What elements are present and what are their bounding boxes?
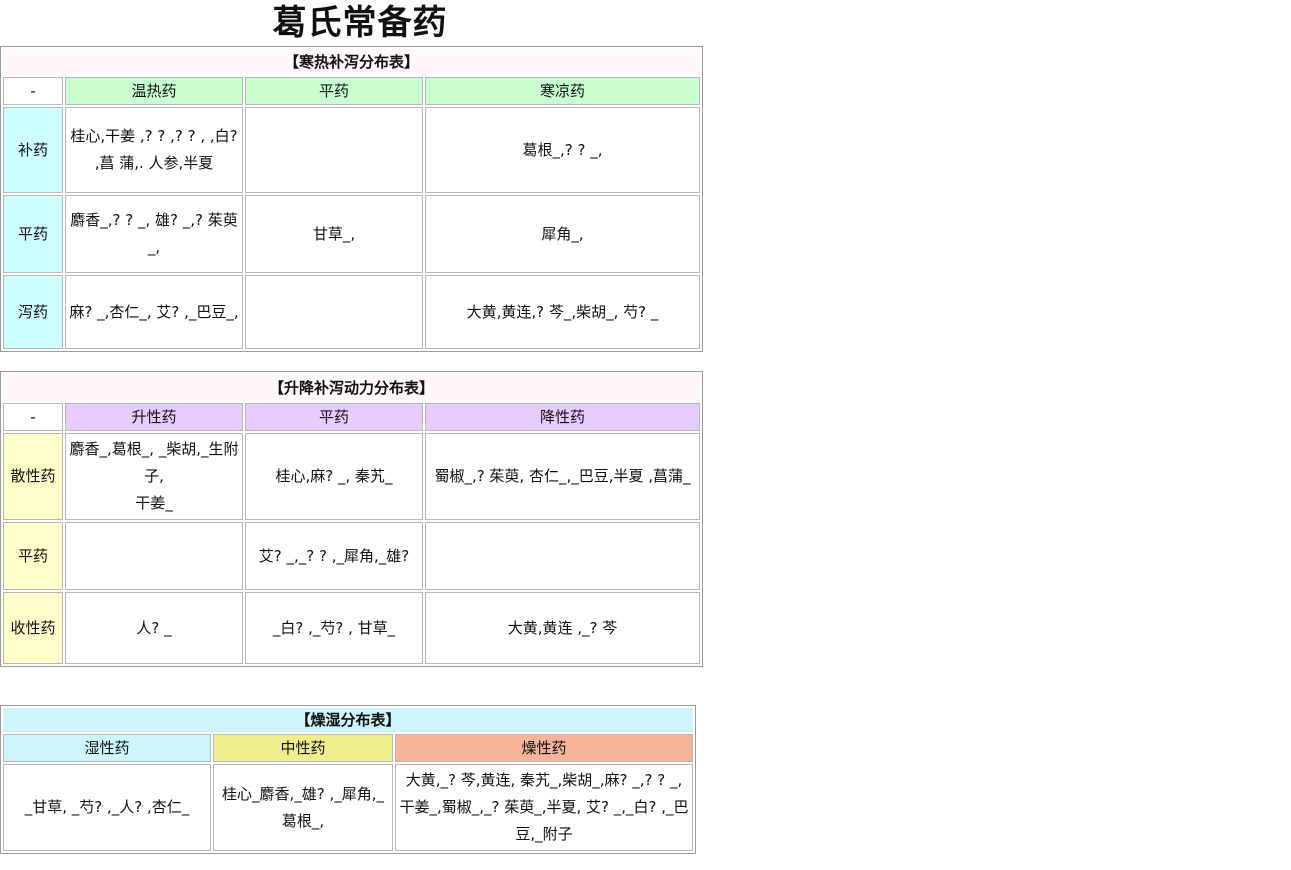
table-cell: 艾? _,_? ? ,_犀角,_雄? xyxy=(245,522,423,590)
table-cell: 桂心,麻? _, 秦艽_ xyxy=(245,433,423,520)
table-cell: 人? _ xyxy=(65,592,243,664)
column-header: 寒凉药 xyxy=(425,77,700,105)
table-cell: 大黄,_? 芩,黄连, 秦艽_,柴胡_,麻? _,? ? _,干姜_,蜀椒_,_… xyxy=(395,764,693,851)
table-cell: 葛根_,? ? _, xyxy=(425,107,700,193)
row-header: 散性药 xyxy=(3,433,63,520)
row-header: 平药 xyxy=(3,195,63,273)
table-cell: _甘草, _芍? ,_人? ,杏仁_ xyxy=(3,764,211,851)
row-header: 补药 xyxy=(3,107,63,193)
ascend-descend-table: 【升降补泻动力分布表】 - 升性药 平药 降性药 散性药 麝香_,葛根_, _柴… xyxy=(0,371,703,667)
column-header: 中性药 xyxy=(213,734,393,762)
corner-cell: - xyxy=(3,77,63,105)
column-header: 平药 xyxy=(245,403,423,431)
table-cell xyxy=(245,275,423,349)
row-header: 收性药 xyxy=(3,592,63,664)
cold-heat-table: 【寒热补泻分布表】 - 温热药 平药 寒凉药 补药 桂心,干姜 ,? ? ,? … xyxy=(0,46,703,352)
corner-cell: - xyxy=(3,403,63,431)
table-cell xyxy=(425,522,700,590)
table-caption: 【燥湿分布表】 xyxy=(3,708,693,732)
column-header: 升性药 xyxy=(65,403,243,431)
cell-text: 干姜_ xyxy=(135,494,173,512)
table-cell: 犀角_, xyxy=(425,195,700,273)
dry-wet-table: 【燥湿分布表】 湿性药 中性药 燥性药 _甘草, _芍? ,_人? ,杏仁_ 桂… xyxy=(0,705,696,854)
table-cell xyxy=(65,522,243,590)
column-header: 温热药 xyxy=(65,77,243,105)
column-header: 平药 xyxy=(245,77,423,105)
row-header: 泻药 xyxy=(3,275,63,349)
cell-text: 麝香_,葛根_, _柴胡,_生附子, xyxy=(69,440,239,485)
table-cell: 麻? _,杏仁_, 艾? ,_巴豆_, xyxy=(65,275,243,349)
page-title: 葛氏常备药 xyxy=(272,3,448,43)
table-cell: _白? ,_芍? , 甘草_ xyxy=(245,592,423,664)
table-cell: 大黄,黄连 ,_? 芩 xyxy=(425,592,700,664)
table-caption: 【寒热补泻分布表】 xyxy=(3,49,700,75)
table-cell: 麝香_,葛根_, _柴胡,_生附子, 干姜_ xyxy=(65,433,243,520)
table-cell xyxy=(245,107,423,193)
table-cell: 桂心,干姜 ,? ? ,? ? , ,白? ,菖 蒲,. 人参,半夏 xyxy=(65,107,243,193)
table-cell: 大黄,黄连,? 芩_,柴胡_, 芍? _ xyxy=(425,275,700,349)
column-header: 燥性药 xyxy=(395,734,693,762)
table-caption: 【升降补泻动力分布表】 xyxy=(3,374,700,401)
column-header: 湿性药 xyxy=(3,734,211,762)
column-header: 降性药 xyxy=(425,403,700,431)
row-header: 平药 xyxy=(3,522,63,590)
table-cell: 桂心_麝香,_雄? ,_犀角,_葛根_, xyxy=(213,764,393,851)
table-cell: 蜀椒_,? 茱萸, 杏仁_,_巴豆,半夏 ,菖蒲_ xyxy=(425,433,700,520)
table-cell: 甘草_, xyxy=(245,195,423,273)
table-cell: 麝香_,? ? _, 雄? _,? 茱萸_, xyxy=(65,195,243,273)
